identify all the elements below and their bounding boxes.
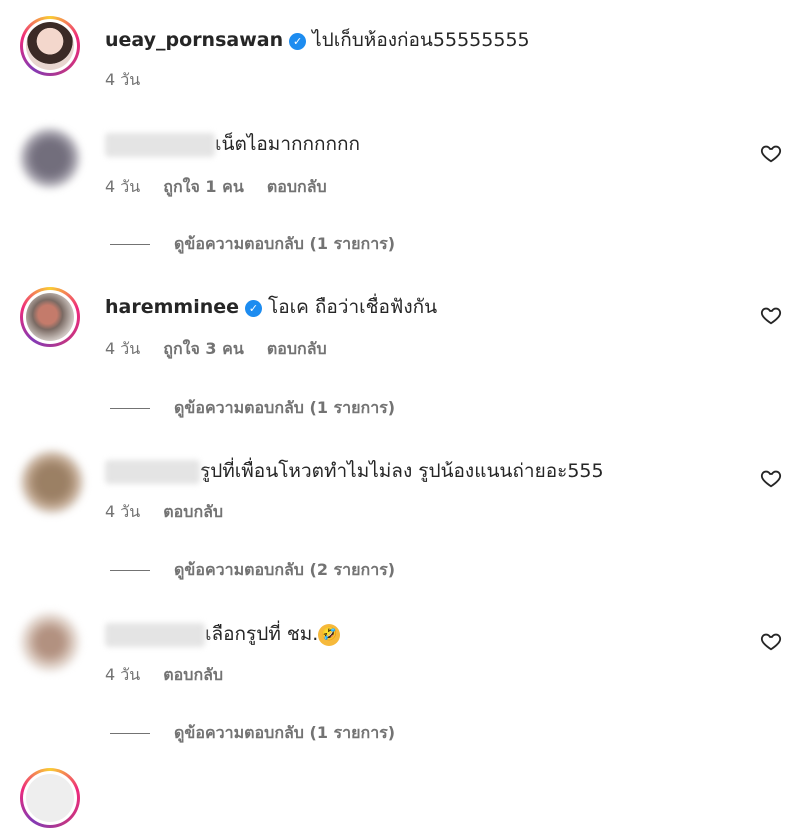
avatar[interactable] [20,128,80,188]
comment-time[interactable]: 4 วัน [105,665,140,684]
avatar[interactable] [20,16,80,76]
heart-outline-icon[interactable] [760,304,782,326]
avatar[interactable] [20,450,84,514]
view-replies-button[interactable]: ดูข้อความตอบกลับ (1 รายการ) [110,396,395,421]
view-replies-label: ดูข้อความตอบกลับ (2 รายการ) [174,560,396,579]
view-replies-label: ดูข้อความตอบกลับ (1 รายการ) [174,398,396,417]
avatar[interactable] [20,287,80,347]
comment-time[interactable]: 4 วัน [105,339,140,358]
reply-button[interactable]: ตอบกลับ [267,339,327,358]
comment-time[interactable]: 4 วัน [105,70,140,89]
blurred-username[interactable] [105,459,200,484]
reply-button[interactable]: ตอบกลับ [163,502,223,521]
heart-outline-icon[interactable] [760,630,782,652]
likes-count-link[interactable]: ถูกใจ 1 คน [163,177,243,196]
comment-username[interactable]: ueay_pornsawan [105,29,283,51]
blurred-username[interactable] [105,132,215,157]
reply-button[interactable]: ตอบกลับ [163,665,223,684]
view-replies-label: ดูข้อความตอบกลับ (1 รายการ) [174,723,396,742]
replies-divider [110,570,150,571]
comment-text: เน็ตไอมากกกกกก [215,133,361,155]
verified-badge-icon: ✓ [245,300,263,317]
heart-outline-icon[interactable] [760,467,782,489]
comment-time[interactable]: 4 วัน [105,177,140,196]
comment-text: รูปที่เพื่อนโหวตทำไมไม่ลง รูปน้องแนนถ่าย… [200,460,604,482]
avatar[interactable] [20,768,80,828]
replies-divider [110,244,150,245]
view-replies-label: ดูข้อความตอบกลับ (1 รายการ) [174,234,396,253]
blurred-username[interactable] [105,622,205,647]
likes-count-link[interactable]: ถูกใจ 3 คน [163,339,243,358]
comment-username[interactable]: haremminee [105,296,239,318]
comment-text: เลือกรูปที่ ชม. [205,623,319,645]
view-replies-button[interactable]: ดูข้อความตอบกลับ (2 รายการ) [110,558,395,583]
comment-text: ไปเก็บห้องก่อน55555555 [312,29,530,51]
view-replies-button[interactable]: ดูข้อความตอบกลับ (1 รายการ) [110,232,395,257]
heart-outline-icon[interactable] [760,142,782,164]
reply-button[interactable]: ตอบกลับ [267,177,327,196]
verified-badge-icon: ✓ [289,33,307,50]
comment-text: โอเค ถือว่าเชื่อฟังกัน [268,296,438,318]
view-replies-button[interactable]: ดูข้อความตอบกลับ (1 รายการ) [110,721,395,746]
comment-time[interactable]: 4 วัน [105,502,140,521]
rolling-on-floor-laughing-emoji: 🤣 [318,623,341,646]
replies-divider [110,733,150,734]
replies-divider [110,408,150,409]
avatar[interactable] [20,612,80,672]
